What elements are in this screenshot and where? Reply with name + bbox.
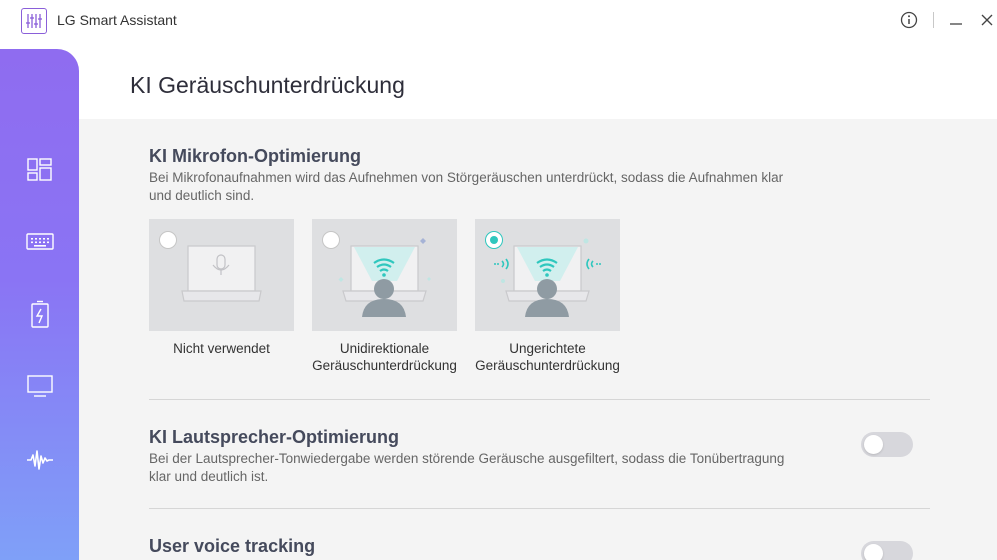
mic-option-omnidirectional[interactable] [475,219,620,331]
toggle-knob [864,435,883,454]
mic-option-unidirectional[interactable] [312,219,457,331]
speaker-optimization-toggle[interactable] [861,432,913,457]
voice-tracking-title: User voice tracking [149,536,316,556]
speaker-description-line-1: Bei der Lautsprecher-Tonwiedergabe werde… [149,451,785,466]
sidebar [0,49,79,560]
dashboard-grid-icon [26,158,52,181]
minimize-icon[interactable] [946,10,966,30]
option-label-line: Geräuschunterdrückung [475,358,620,373]
mic-description-line-1: Bei Mikrofonaufnahmen wird das Aufnehmen… [149,170,784,185]
mic-option-off-radio[interactable] [159,231,177,249]
title-bar: LG Smart Assistant [0,0,997,40]
mic-option-omnidirectional-radio[interactable] [485,231,503,249]
toggle-knob [864,544,883,560]
sliders-icon [21,8,47,34]
mic-section-description: Bei Mikrofonaufnahmen wird das Aufnehmen… [149,169,783,205]
speaker-section-description: Bei der Lautsprecher-Tonwiedergabe werde… [149,450,784,486]
app-title: LG Smart Assistant [57,12,177,28]
mic-option-omnidirectional-label: Ungerichtete Geräuschunterdrückung [475,340,620,374]
option-label-line: Unidirektionale [339,341,430,356]
sound-wave-icon [26,450,53,470]
speaker-section-title: KI Lautsprecher-Optimierung [149,427,400,447]
mic-option-off[interactable] [149,219,294,331]
battery-icon [30,300,49,328]
option-label-line: Nicht verwendet [173,341,270,356]
speaker-description-line-2: klar und deutlich ist. [149,469,269,484]
mic-section-title: KI Mikrofon-Optimierung [149,146,361,166]
keyboard-icon [25,233,54,250]
sidebar-item-dashboard[interactable] [0,145,79,195]
option-label-line: Ungerichtete [509,341,586,356]
sidebar-item-display[interactable] [0,361,79,411]
settings-panel: KI Mikrofon-Optimierung Bei Mikrofonaufn… [79,119,997,560]
mic-option-unidirectional-label: Unidirektionale Geräuschunterdrückung [312,340,457,374]
sidebar-item-battery[interactable] [0,289,79,339]
sidebar-item-keyboard[interactable] [0,217,79,267]
titlebar-separator [933,12,934,28]
mic-description-line-2: und deutlich sind. [149,188,255,203]
section-divider [149,399,930,400]
sidebar-item-sound[interactable] [0,435,79,485]
close-icon[interactable] [977,10,997,30]
mic-option-off-label: Nicht verwendet [149,340,294,357]
info-icon[interactable] [899,10,919,30]
option-label-line: Geräuschunterdrückung [312,358,457,373]
voice-tracking-toggle[interactable] [861,541,913,560]
page-title: KI Geräuschunterdrückung [130,72,405,98]
monitor-icon [26,375,53,397]
mic-option-unidirectional-radio[interactable] [322,231,340,249]
section-divider [149,508,930,509]
